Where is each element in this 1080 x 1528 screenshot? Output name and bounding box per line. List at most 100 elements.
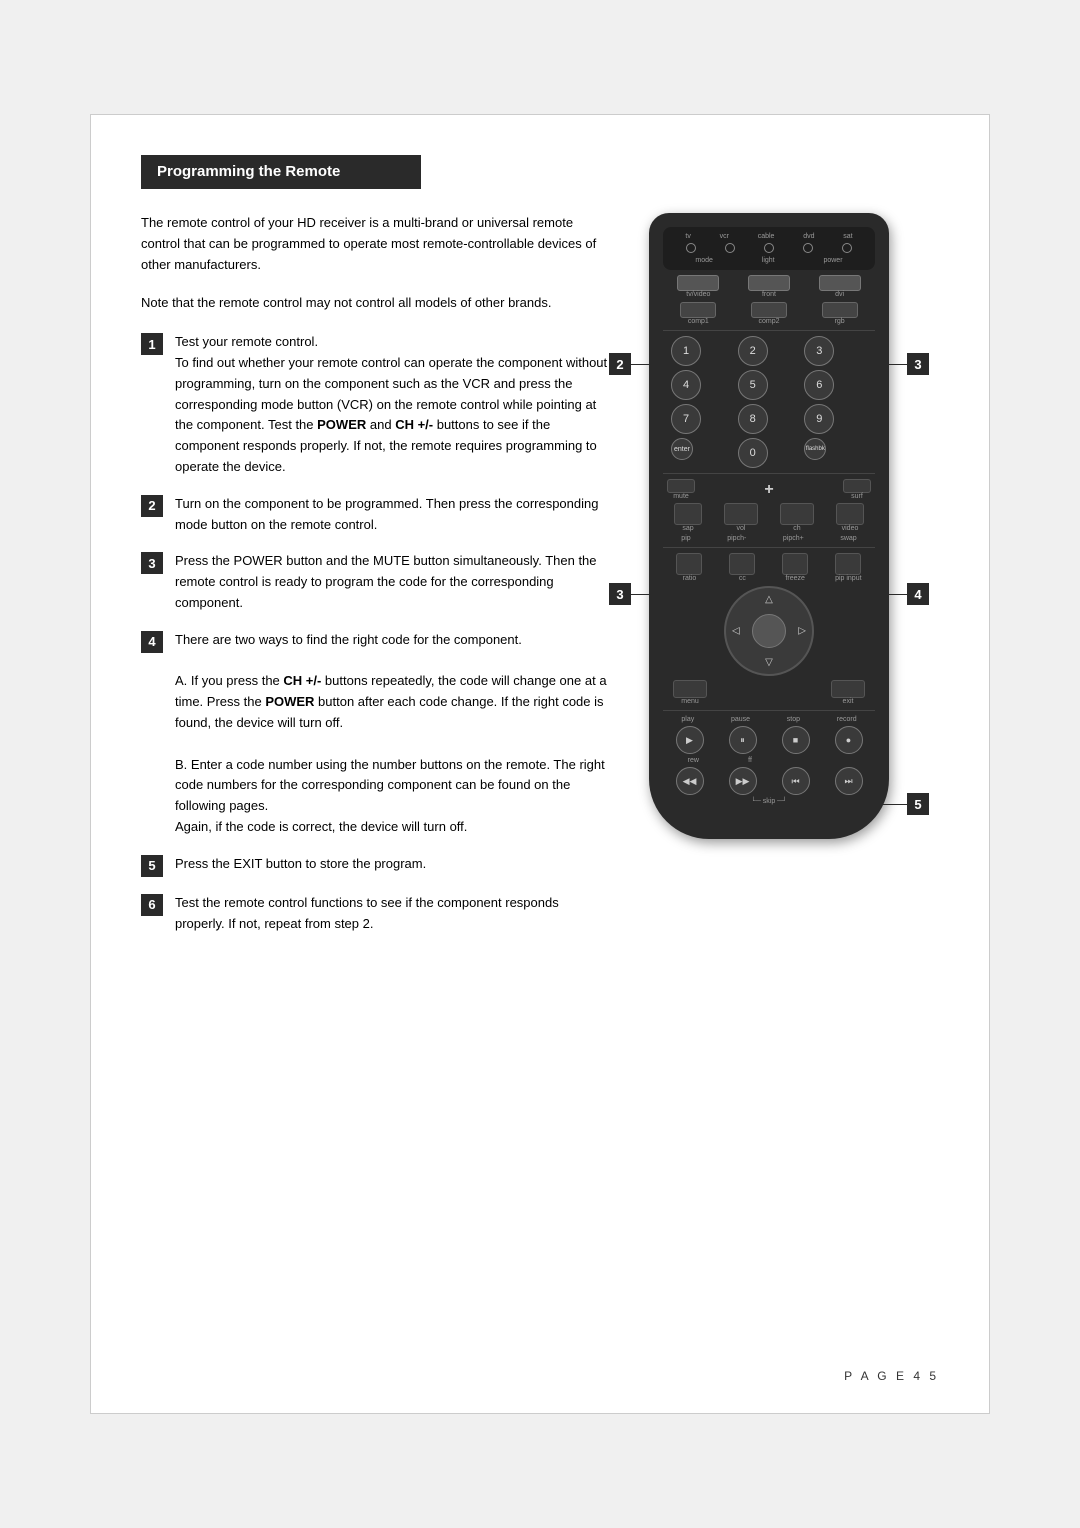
number-grid: 1 2 3 4 5 6 7 8 9 enter 0 flashbk bbox=[671, 336, 867, 468]
comp2-lbl: comp2 bbox=[758, 318, 779, 325]
mute-btn[interactable] bbox=[667, 479, 695, 493]
btn-5[interactable]: 5 bbox=[738, 370, 768, 400]
exit-btn-group: exit bbox=[831, 680, 865, 705]
sat-label: sat bbox=[843, 233, 852, 240]
step-2: 2 Turn on the component to be programmed… bbox=[141, 494, 609, 536]
power-lbl: power bbox=[823, 257, 842, 264]
ch-btn[interactable] bbox=[780, 503, 814, 525]
swap-lbl: swap bbox=[840, 535, 856, 542]
video-btn[interactable] bbox=[836, 503, 864, 525]
right-column: 2 3 3 4 bbox=[639, 213, 939, 950]
dvd-dot bbox=[803, 243, 813, 253]
vcr-dot bbox=[725, 243, 735, 253]
vcr-label: vcr bbox=[720, 233, 729, 240]
menu-btn[interactable] bbox=[673, 680, 707, 698]
rgb-btn[interactable] bbox=[822, 302, 858, 318]
btn-6[interactable]: 6 bbox=[804, 370, 834, 400]
exit-btn[interactable] bbox=[831, 680, 865, 698]
btn-2[interactable]: 2 bbox=[738, 336, 768, 366]
menu-btn-group: menu bbox=[673, 680, 707, 705]
next-btn[interactable]: ⏭ bbox=[835, 767, 863, 795]
sap-btn[interactable] bbox=[674, 503, 702, 525]
prev-btn[interactable]: ⏮ bbox=[782, 767, 810, 795]
surf-btn[interactable] bbox=[843, 479, 871, 493]
vol-btn[interactable] bbox=[724, 503, 758, 525]
step-text-4: There are two ways to find the right cod… bbox=[175, 630, 609, 838]
intro-para2: Note that the remote control may not con… bbox=[141, 293, 609, 314]
play-btn[interactable]: ▶ bbox=[676, 726, 704, 754]
left-column: The remote control of your HD receiver i… bbox=[141, 213, 609, 950]
step-num-3: 3 bbox=[141, 552, 163, 574]
front-lbl: front bbox=[762, 291, 776, 298]
ff-btn[interactable]: ▶▶ bbox=[729, 767, 757, 795]
transport-labels: play pause stop record bbox=[663, 716, 875, 723]
rgb-lbl: rgb bbox=[835, 318, 845, 325]
btn-8[interactable]: 8 bbox=[738, 404, 768, 434]
btn-enter[interactable]: enter bbox=[671, 438, 693, 460]
dvi-btn[interactable] bbox=[819, 275, 861, 291]
btn-9[interactable]: 9 bbox=[804, 404, 834, 434]
step-num-6: 6 bbox=[141, 894, 163, 916]
step-6: 6 Test the remote control functions to s… bbox=[141, 893, 609, 935]
pip-lbl: pip bbox=[681, 535, 690, 542]
pipinput-btn[interactable] bbox=[835, 553, 861, 575]
nav-up-arrow: △ bbox=[765, 594, 773, 605]
btn-4[interactable]: 4 bbox=[671, 370, 701, 400]
stop-lbl: stop bbox=[787, 716, 800, 723]
cc-btn[interactable] bbox=[729, 553, 755, 575]
front-btn-group: front bbox=[748, 275, 790, 298]
pipch-plus-lbl: pipch+ bbox=[783, 535, 804, 542]
content-area: The remote control of your HD receiver i… bbox=[141, 213, 939, 950]
rew-btn[interactable]: ◀◀ bbox=[676, 767, 704, 795]
callout-3-left: 3 bbox=[609, 583, 631, 605]
comp1-btn-group: comp1 bbox=[680, 302, 716, 325]
transport-row1: ▶ ⏸ ■ ● bbox=[663, 726, 875, 754]
record-btn[interactable]: ● bbox=[835, 726, 863, 754]
surf-btn-group: surf bbox=[843, 479, 871, 500]
cc-lbl: cc bbox=[739, 575, 746, 582]
step-text-1: Test your remote control. To find out wh… bbox=[175, 332, 609, 478]
stop-btn[interactable]: ■ bbox=[782, 726, 810, 754]
ratio-lbl: ratio bbox=[683, 575, 697, 582]
step-1: 1 Test your remote control. To find out … bbox=[141, 332, 609, 478]
front-btn[interactable] bbox=[748, 275, 790, 291]
tv-dot bbox=[686, 243, 696, 253]
nav-center-btn[interactable] bbox=[752, 614, 786, 648]
comp1-lbl: comp1 bbox=[688, 318, 709, 325]
rew-lbl: rew bbox=[688, 757, 699, 764]
step-text-2: Turn on the component to be programmed. … bbox=[175, 494, 609, 536]
btn-7[interactable]: 7 bbox=[671, 404, 701, 434]
ratio-btn[interactable] bbox=[676, 553, 702, 575]
step-text-3: Press the POWER button and the MUTE butt… bbox=[175, 551, 609, 613]
comp1-btn[interactable] bbox=[680, 302, 716, 318]
transport-row2: ◀◀ ▶▶ ⏮ ⏭ bbox=[663, 767, 875, 795]
btn-3[interactable]: 3 bbox=[804, 336, 834, 366]
nav-ring[interactable]: △ ▽ ◁ ▷ bbox=[724, 586, 814, 676]
pause-btn[interactable]: ⏸ bbox=[729, 726, 757, 754]
tvvideo-btn[interactable] bbox=[677, 275, 719, 291]
btn-1[interactable]: 1 bbox=[671, 336, 701, 366]
nav-section: △ ▽ ◁ ▷ bbox=[663, 586, 875, 676]
sap-lbl: sap bbox=[682, 525, 693, 532]
mute-btn-group: mute bbox=[667, 479, 695, 500]
sap-btn-group: sap bbox=[674, 503, 702, 532]
remote-control: tv vcr cable dvd sat bbox=[649, 213, 889, 839]
freeze-lbl: freeze bbox=[785, 575, 804, 582]
transport-section: play pause stop record ▶ ⏸ ■ ● rew bbox=[663, 716, 875, 805]
step-4: 4 There are two ways to find the right c… bbox=[141, 630, 609, 838]
step-num-2: 2 bbox=[141, 495, 163, 517]
menu-lbl: menu bbox=[681, 698, 699, 705]
comp2-btn[interactable] bbox=[751, 302, 787, 318]
btn-0[interactable]: 0 bbox=[738, 438, 768, 468]
tv-label: tv bbox=[685, 233, 690, 240]
tvvideo-lbl: tv/video bbox=[686, 291, 710, 298]
nav-left-arrow: ◁ bbox=[732, 626, 740, 637]
btn-flashbk[interactable]: flashbk bbox=[804, 438, 826, 460]
plus-sign: + bbox=[764, 481, 773, 499]
play-lbl: play bbox=[681, 716, 694, 723]
cable-dot bbox=[764, 243, 774, 253]
surf-lbl: surf bbox=[851, 493, 863, 500]
ratio-btn-group: ratio bbox=[676, 553, 702, 582]
freeze-btn[interactable] bbox=[782, 553, 808, 575]
step-3: 3 Press the POWER button and the MUTE bu… bbox=[141, 551, 609, 613]
